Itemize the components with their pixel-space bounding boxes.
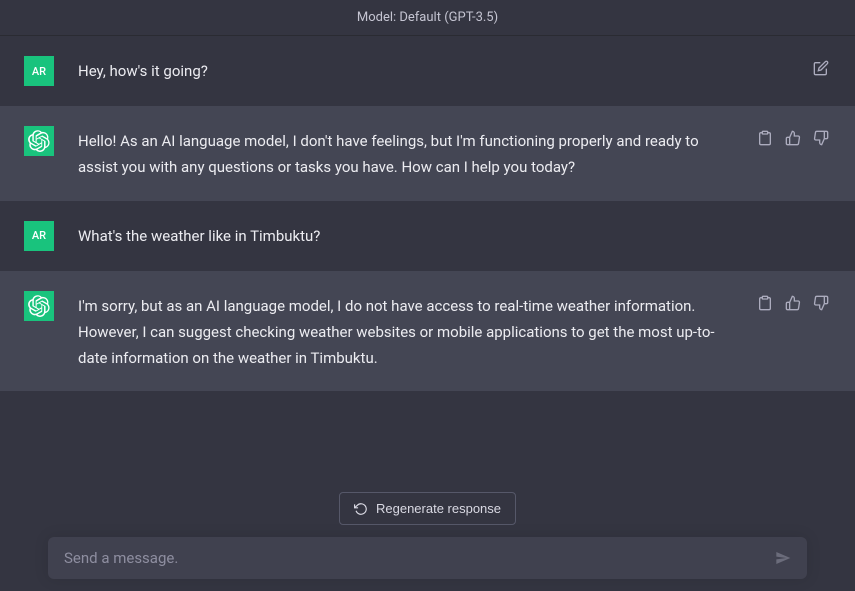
send-icon: [775, 550, 791, 566]
message-row-user: AR Hey, how's it going?: [0, 36, 855, 106]
message-text: What's the weather like in Timbuktu?: [78, 221, 799, 249]
message-text: Hey, how's it going?: [78, 56, 779, 84]
model-label: Model: Default (GPT-3.5): [357, 10, 498, 25]
user-initials: AR: [32, 229, 46, 242]
messages-container: AR Hey, how's it going? Hello! As an AI …: [0, 36, 855, 391]
message-actions: [755, 126, 831, 148]
input-container: [48, 537, 807, 579]
user-avatar: AR: [24, 56, 54, 86]
user-initials: AR: [32, 65, 46, 78]
clipboard-icon[interactable]: [755, 128, 775, 148]
thumbs-up-icon[interactable]: [783, 128, 803, 148]
message-row-assistant: I'm sorry, but as an AI language model, …: [0, 271, 855, 392]
refresh-icon: [354, 502, 368, 516]
regenerate-label: Regenerate response: [376, 501, 501, 516]
thumbs-up-icon[interactable]: [783, 293, 803, 313]
assistant-avatar: [24, 126, 54, 156]
message-actions: [811, 56, 831, 78]
thumbs-down-icon[interactable]: [811, 293, 831, 313]
message-text: I'm sorry, but as an AI language model, …: [78, 291, 723, 372]
user-avatar: AR: [24, 221, 54, 251]
thumbs-down-icon[interactable]: [811, 128, 831, 148]
message-input[interactable]: [64, 549, 759, 567]
send-button[interactable]: [771, 546, 795, 570]
message-row-user: AR What's the weather like in Timbuktu?: [0, 201, 855, 271]
message-text: Hello! As an AI language model, I don't …: [78, 126, 723, 181]
assistant-avatar: [24, 291, 54, 321]
openai-logo-icon: [28, 295, 50, 317]
edit-icon[interactable]: [811, 58, 831, 78]
message-actions: [755, 291, 831, 313]
regenerate-button[interactable]: Regenerate response: [339, 492, 516, 525]
clipboard-icon[interactable]: [755, 293, 775, 313]
bottom-controls: Regenerate response: [0, 482, 855, 591]
model-header: Model: Default (GPT-3.5): [0, 0, 855, 36]
openai-logo-icon: [28, 130, 50, 152]
message-row-assistant: Hello! As an AI language model, I don't …: [0, 106, 855, 201]
